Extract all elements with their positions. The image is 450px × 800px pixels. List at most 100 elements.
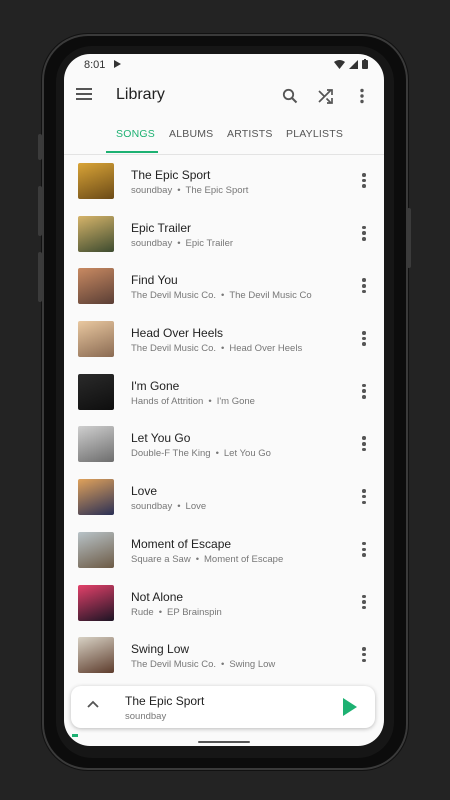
song-row[interactable]: Swing Low The Devil Music Co. • Swing Low [64, 629, 384, 682]
library-tabs: SONGS ALBUMS ARTISTS PLAYLISTS [64, 118, 384, 155]
song-album: Epic Trailer [185, 237, 234, 249]
separator-dot: • [177, 501, 181, 513]
more-vert-icon[interactable] [362, 173, 366, 189]
active-tab-indicator [106, 151, 158, 153]
home-indicator[interactable] [198, 741, 250, 743]
playback-progress [72, 734, 78, 737]
mini-player[interactable]: The Epic Sport soundbay [71, 686, 375, 728]
song-row[interactable]: Love soundbay • Love [64, 471, 384, 524]
song-album: Let You Go [223, 448, 271, 460]
chevron-up-icon[interactable] [87, 700, 99, 708]
song-subtitle: Double-F The King • Let You Go [131, 448, 271, 459]
battery-icon [362, 59, 368, 69]
song-subtitle: The Devil Music Co. • The Devil Music Co [131, 290, 312, 301]
tab-songs[interactable]: SONGS [116, 128, 155, 140]
status-icons [334, 59, 368, 69]
more-vert-icon[interactable] [362, 383, 366, 400]
more-vert-icon[interactable] [362, 594, 366, 611]
song-title: Let You Go [131, 431, 191, 446]
song-artist: The Devil Music Co. [131, 343, 216, 355]
song-row[interactable]: The Epic Sport soundbay • The Epic Sport [64, 155, 384, 208]
album-art [78, 215, 114, 252]
shuffle-button[interactable] [314, 84, 338, 108]
separator-dot: • [195, 553, 200, 565]
album-art [78, 163, 114, 199]
more-vert-icon[interactable] [362, 541, 366, 558]
song-row[interactable]: Let You Go Double-F The King • Let You Go [64, 418, 384, 471]
song-row[interactable]: I'm Gone Hands of Attrition • I'm Gone [64, 366, 384, 419]
mini-player-artist: soundbay [125, 711, 167, 722]
more-vert-icon[interactable] [362, 489, 366, 505]
tab-playlists[interactable]: PLAYLISTS [286, 128, 343, 140]
song-subtitle: Hands of Attrition • I'm Gone [131, 396, 255, 407]
separator-dot: • [221, 343, 225, 355]
separator-dot: • [221, 659, 225, 671]
song-title: Epic Trailer [131, 220, 192, 235]
album-art [78, 637, 114, 674]
media-playing-icon [114, 60, 121, 68]
more-vert-icon[interactable] [362, 225, 366, 242]
song-title: Moment of Escape [131, 536, 232, 551]
tab-albums[interactable]: ALBUMS [169, 128, 213, 140]
separator-dot: • [158, 606, 163, 618]
album-art [78, 479, 114, 516]
page-title: Library [116, 86, 165, 103]
song-artist: soundbay [131, 501, 173, 513]
song-subtitle: soundbay • The Epic Sport [131, 185, 248, 196]
cellular-signal-icon [349, 59, 358, 69]
status-bar: 8:01 [64, 54, 384, 76]
song-album: The Devil Music Co [229, 290, 312, 302]
album-art [78, 268, 114, 305]
song-row[interactable]: Epic Trailer soundbay • Epic Trailer [64, 208, 384, 261]
song-album: The Epic Sport [185, 185, 249, 196]
album-art [78, 321, 114, 358]
album-art [78, 531, 114, 568]
menu-icon[interactable] [76, 88, 92, 102]
album-art [78, 373, 114, 410]
song-album: EP Brainspin [167, 606, 222, 618]
song-title: The Epic Sport [131, 168, 211, 182]
song-title: Swing Low [131, 642, 190, 657]
song-title: Love [131, 484, 158, 499]
song-album: Swing Low [229, 659, 276, 671]
song-subtitle: The Devil Music Co. • Swing Low [131, 659, 275, 670]
overflow-menu-button[interactable] [350, 84, 374, 108]
song-artist: Double-F The King [131, 448, 211, 460]
play-icon[interactable] [343, 698, 357, 716]
song-artist: Hands of Attrition [131, 395, 204, 407]
song-subtitle: soundbay • Epic Trailer [131, 238, 233, 249]
separator-dot: • [221, 290, 225, 302]
album-art [78, 426, 114, 463]
app-bar: Library [64, 76, 384, 118]
wifi-icon [334, 59, 345, 69]
song-artist: Rude [131, 606, 154, 618]
song-album: Moment of Escape [204, 553, 284, 565]
song-artist: The Devil Music Co. [131, 290, 216, 302]
song-row[interactable]: Not Alone Rude • EP Brainspin [64, 577, 384, 630]
more-vert-icon[interactable] [362, 331, 366, 347]
shuffle-icon [318, 89, 333, 104]
more-vert-icon[interactable] [362, 278, 366, 294]
app-screen: 8:01 Library SONGS ALBUMS ARTISTS PLAYLI… [64, 54, 384, 746]
search-button[interactable] [278, 84, 302, 108]
song-row[interactable]: Moment of Escape Square a Saw • Moment of E… [64, 524, 384, 577]
more-vert-icon[interactable] [362, 436, 366, 452]
song-artist: Square a Saw [131, 553, 191, 565]
song-title: I'm Gone [131, 378, 180, 393]
song-list: The Epic Sport soundbay • The Epic Sport Epi… [64, 155, 384, 682]
song-artist: soundbay [131, 237, 173, 249]
song-row[interactable]: Head Over Heels The Devil Music Co. • Head … [64, 313, 384, 366]
search-icon [282, 88, 298, 104]
volume-button [38, 134, 42, 160]
song-row[interactable]: Find You The Devil Music Co. • The Devil Mu… [64, 260, 384, 313]
mini-player-title: The Epic Sport [125, 694, 205, 708]
song-title: Head Over Heels [131, 326, 224, 341]
tab-artists[interactable]: ARTISTS [227, 128, 273, 140]
separator-dot: • [177, 237, 181, 249]
more-vert-icon[interactable] [362, 647, 366, 663]
song-subtitle: Square a Saw • Moment of Escape [131, 554, 283, 565]
album-art [78, 584, 114, 621]
app-bar-actions [278, 84, 374, 108]
song-subtitle: soundbay • Love [131, 501, 206, 512]
separator-dot: • [208, 395, 212, 407]
